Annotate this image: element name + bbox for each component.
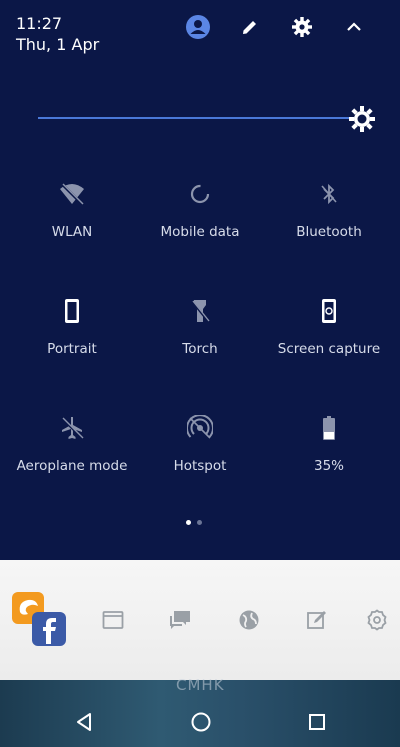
header-actions: [172, 12, 380, 42]
collapse-icon[interactable]: [328, 12, 380, 42]
battery-icon: [313, 412, 345, 444]
tile-label: Screen capture: [277, 341, 381, 357]
wallpaper-label: CMHK: [176, 676, 225, 694]
bluetooth-off-icon: [313, 178, 345, 210]
app-dock: [0, 560, 400, 680]
tile-mobile-data[interactable]: Mobile data: [135, 178, 265, 268]
torch-icon: [184, 295, 216, 327]
page-dot[interactable]: [197, 520, 202, 525]
tile-label: Aeroplane mode: [16, 458, 128, 474]
tile-battery[interactable]: 35%: [264, 412, 394, 502]
tile-label: Torch: [182, 341, 218, 357]
app-stack[interactable]: [12, 592, 72, 650]
chat-icon[interactable]: [167, 607, 193, 633]
settings-icon[interactable]: [276, 12, 328, 42]
tile-hotspot[interactable]: Hotspot: [135, 412, 265, 502]
tile-label: Portrait: [47, 341, 97, 357]
globe-icon[interactable]: [236, 607, 262, 633]
back-icon[interactable]: [70, 710, 100, 734]
edit-icon[interactable]: [224, 12, 276, 42]
airplane-icon: [56, 412, 88, 444]
settings-gear-icon[interactable]: [364, 607, 390, 633]
browser-window-icon[interactable]: [100, 607, 126, 633]
tile-bluetooth[interactable]: Bluetooth: [264, 178, 394, 268]
notification-shade: 11:27 Thu, 1 Apr WLAN Mobile data Blueto…: [0, 0, 400, 560]
home-icon[interactable]: [186, 710, 216, 734]
note-edit-icon[interactable]: [304, 607, 330, 633]
recents-icon[interactable]: [302, 710, 332, 734]
tile-wlan[interactable]: WLAN: [7, 178, 137, 268]
tile-label: Hotspot: [173, 458, 227, 474]
date[interactable]: Thu, 1 Apr: [16, 34, 99, 56]
wifi-off-icon: [56, 178, 88, 210]
clock[interactable]: 11:27: [16, 14, 99, 34]
brightness-slider[interactable]: [38, 102, 378, 132]
account-icon[interactable]: [172, 12, 224, 42]
tile-aeroplane-mode[interactable]: Aeroplane mode: [7, 412, 137, 502]
tile-label: Bluetooth: [296, 224, 362, 240]
hotspot-icon: [184, 412, 216, 444]
brightness-track[interactable]: [38, 117, 358, 119]
screen-capture-icon: [313, 295, 345, 327]
page-indicator[interactable]: [186, 520, 202, 525]
tile-torch[interactable]: Torch: [135, 295, 265, 385]
mobile-data-icon: [184, 178, 216, 210]
page-dot-active[interactable]: [186, 520, 191, 525]
tile-label: Mobile data: [160, 224, 240, 240]
portrait-icon: [56, 295, 88, 327]
tile-label: WLAN: [51, 224, 93, 240]
tile-portrait[interactable]: Portrait: [7, 295, 137, 385]
tile-label: 35%: [313, 458, 344, 474]
brightness-icon[interactable]: [347, 104, 377, 134]
status-header: 11:27 Thu, 1 Apr: [16, 14, 99, 56]
facebook-icon[interactable]: [32, 612, 66, 646]
tile-screen-capture[interactable]: Screen capture: [264, 295, 394, 385]
